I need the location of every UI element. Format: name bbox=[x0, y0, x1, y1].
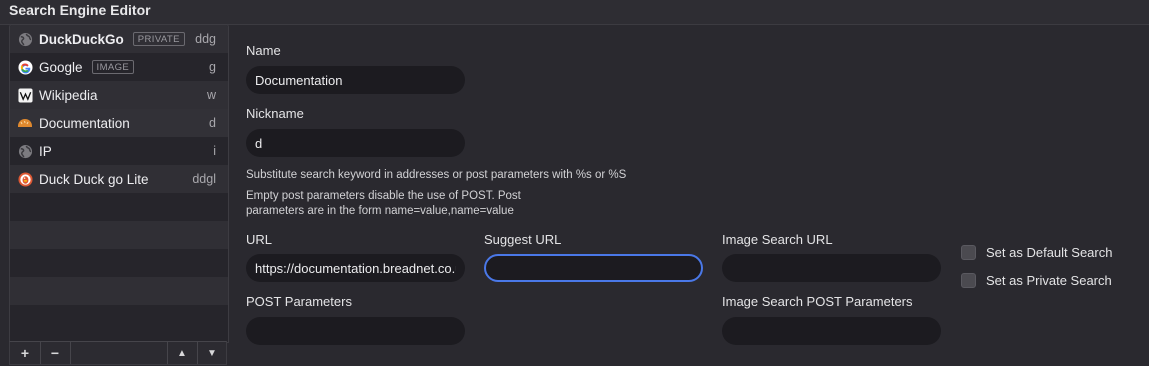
post-parameters-field[interactable] bbox=[246, 317, 465, 345]
default-search-label: Set as Default Search bbox=[986, 245, 1113, 260]
private-search-option[interactable]: Set as Private Search bbox=[961, 273, 1112, 288]
post-parameters-label: POST Parameters bbox=[246, 294, 352, 309]
engine-keyword: d bbox=[209, 116, 216, 130]
name-field[interactable] bbox=[246, 66, 465, 94]
private-search-label: Set as Private Search bbox=[986, 273, 1112, 288]
nickname-field[interactable] bbox=[246, 129, 465, 157]
engine-name: Documentation bbox=[39, 115, 130, 131]
url-field[interactable] bbox=[246, 254, 465, 282]
empty-row bbox=[10, 193, 228, 221]
move-up-button[interactable]: ▲ bbox=[168, 342, 196, 364]
engine-row-wikipedia[interactable]: Wikipedia w bbox=[10, 81, 228, 109]
title-bar: Search Engine Editor bbox=[0, 0, 1149, 24]
engine-name: DuckDuckGo bbox=[39, 31, 124, 47]
engine-name: Duck Duck go Lite bbox=[39, 171, 149, 187]
empty-row bbox=[10, 277, 228, 305]
window-title: Search Engine Editor bbox=[9, 2, 151, 18]
private-badge: PRIVATE bbox=[132, 32, 185, 46]
empty-row bbox=[10, 305, 228, 333]
duckduckgo-icon bbox=[17, 171, 33, 187]
image-post-parameters-field[interactable] bbox=[722, 317, 941, 345]
engine-row-documentation[interactable]: Documentation d bbox=[10, 109, 228, 137]
post-help-text-line2: parameters are in the form name=value,na… bbox=[246, 205, 514, 217]
engine-row-duckduckgo[interactable]: DuckDuckGo PRIVATE ddg bbox=[10, 25, 228, 53]
name-label: Name bbox=[246, 43, 281, 58]
divider bbox=[70, 342, 71, 364]
engine-keyword: g bbox=[209, 60, 216, 74]
google-icon bbox=[17, 59, 33, 75]
engine-name: IP bbox=[39, 143, 52, 159]
wikipedia-icon bbox=[17, 87, 33, 103]
engine-keyword: w bbox=[206, 88, 216, 102]
image-search-url-field[interactable] bbox=[722, 254, 941, 282]
engine-list[interactable]: DuckDuckGo PRIVATE ddg Google IMAGE g Wi… bbox=[9, 24, 229, 343]
engine-keyword: ddg bbox=[195, 32, 216, 46]
post-help-text-line1: Empty post parameters disable the use of… bbox=[246, 190, 521, 202]
add-engine-button[interactable]: + bbox=[11, 342, 39, 364]
globe-icon bbox=[17, 143, 33, 159]
default-search-option[interactable]: Set as Default Search bbox=[961, 245, 1112, 260]
engine-row-ip[interactable]: IP i bbox=[10, 137, 228, 165]
image-post-parameters-label: Image Search POST Parameters bbox=[722, 294, 913, 309]
nickname-label: Nickname bbox=[246, 106, 304, 121]
image-badge: IMAGE bbox=[91, 60, 135, 74]
bread-icon bbox=[17, 115, 33, 131]
move-down-button[interactable]: ▼ bbox=[198, 342, 226, 364]
list-footer-bar: + − ▲ ▼ bbox=[9, 341, 227, 365]
image-search-url-label: Image Search URL bbox=[722, 232, 833, 247]
engine-row-google[interactable]: Google IMAGE g bbox=[10, 53, 228, 81]
engine-name: Google bbox=[39, 59, 83, 75]
url-label: URL bbox=[246, 232, 273, 247]
suggest-url-field[interactable] bbox=[484, 254, 703, 282]
empty-row bbox=[10, 221, 228, 249]
engine-name: Wikipedia bbox=[39, 87, 98, 103]
suggest-url-label: Suggest URL bbox=[484, 232, 562, 247]
engine-keyword: ddgl bbox=[192, 172, 216, 186]
engine-row-duck-duck-go-lite[interactable]: Duck Duck go Lite ddgl bbox=[10, 165, 228, 193]
empty-row bbox=[10, 249, 228, 277]
default-search-checkbox[interactable] bbox=[961, 245, 976, 260]
globe-icon bbox=[17, 31, 33, 47]
remove-engine-button[interactable]: − bbox=[41, 342, 69, 364]
keyword-help-text: Substitute search keyword in addresses o… bbox=[246, 169, 627, 181]
engine-keyword: i bbox=[213, 144, 216, 158]
private-search-checkbox[interactable] bbox=[961, 273, 976, 288]
